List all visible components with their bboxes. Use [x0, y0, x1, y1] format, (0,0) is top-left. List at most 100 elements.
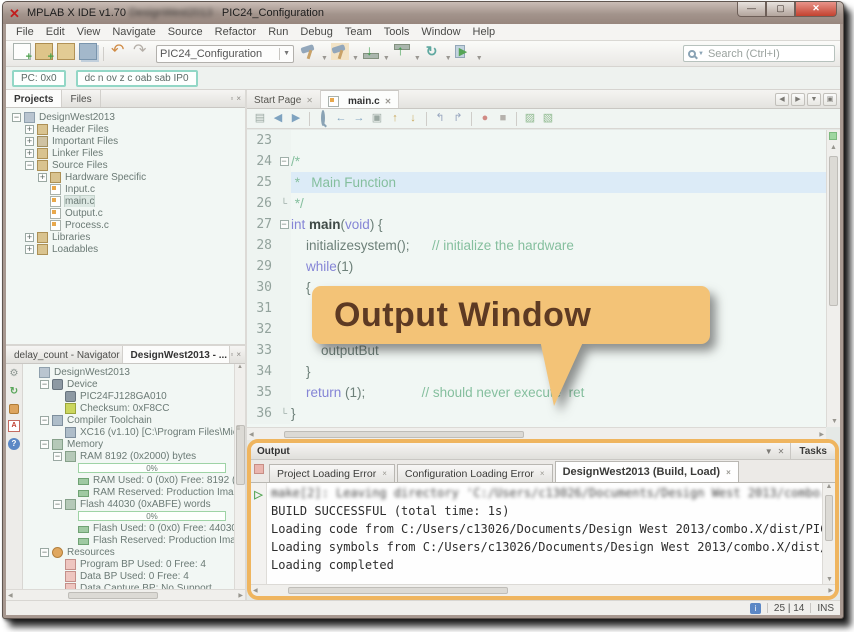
expander-icon[interactable]: − [53, 500, 62, 509]
expander-icon[interactable]: + [25, 149, 34, 158]
tree-item[interactable]: −Resources [25, 546, 234, 558]
next-bookmark-icon[interactable]: ↓ [405, 111, 421, 126]
help-icon[interactable]: ? [8, 438, 20, 450]
new-project-icon[interactable] [35, 43, 53, 60]
scrollbar-thumb[interactable] [68, 592, 158, 599]
menu-refactor[interactable]: Refactor [209, 25, 263, 39]
debug-project-icon[interactable] [455, 43, 473, 60]
tree-item[interactable]: Process.c [10, 219, 245, 231]
close-tab-icon[interactable]: × [382, 469, 387, 478]
close-tab-icon[interactable]: × [726, 468, 731, 477]
tab-projects[interactable]: Projects [6, 90, 62, 107]
uncomment-icon[interactable]: ▧ [540, 111, 556, 126]
configuration-select[interactable]: PIC24_Configuration ▼ [156, 45, 294, 63]
float-window-icon[interactable]: ▫ [230, 350, 233, 359]
menu-tools[interactable]: Tools [378, 25, 416, 39]
expander-icon[interactable]: − [40, 416, 49, 425]
menu-help[interactable]: Help [467, 25, 502, 39]
tree-item[interactable]: main.c [10, 195, 245, 207]
scrollbar-thumb[interactable] [829, 156, 838, 306]
read-device-memory-icon[interactable] [393, 43, 411, 60]
build-project-icon[interactable] [300, 43, 318, 60]
scroll-up-icon[interactable]: ▲ [826, 483, 833, 490]
previous-bookmark-icon[interactable]: ↑ [387, 111, 403, 126]
menu-debug[interactable]: Debug [294, 25, 338, 39]
build-console[interactable]: make[2]: Leaving directory 'C:/Users/c13… [267, 483, 822, 584]
tree-item[interactable]: −Device [25, 378, 234, 390]
tree-item[interactable]: XC16 (v1.10) [C:\Program Files\Microch [25, 426, 234, 438]
tab-delay-count-navigator[interactable]: delay_count - Navigator [6, 346, 123, 363]
output-options-icon[interactable] [254, 464, 264, 474]
code-line[interactable]: 24−/* [247, 151, 826, 172]
notifications-icon[interactable]: i [750, 603, 761, 614]
tree-item[interactable]: 0% [25, 462, 234, 474]
navigator-vertical-scrollbar[interactable]: ▲ ≡ [234, 364, 245, 589]
tree-item[interactable]: Checksum: 0xF8CC [25, 402, 234, 414]
output-vertical-scrollbar[interactable]: ▲ ▼ [822, 483, 835, 584]
redo-icon[interactable] [132, 43, 150, 60]
close-button[interactable]: ✕ [795, 2, 837, 17]
back-icon[interactable]: ◀ [270, 111, 286, 126]
close-panel-icon[interactable]: ✕ [778, 447, 785, 456]
menu-view[interactable]: View [71, 25, 107, 39]
tree-item[interactable]: −Flash 44030 (0xABFE) words [25, 498, 234, 510]
tab-designwest2013-[interactable]: DesignWest2013 - ... [123, 346, 231, 363]
source-history-icon[interactable]: ▤ [252, 111, 268, 126]
expander-icon[interactable]: − [53, 452, 62, 461]
scroll-tabs-left-icon[interactable]: ◀ [775, 93, 789, 106]
tree-item[interactable]: −RAM 8192 (0x2000) bytes [25, 450, 234, 462]
close-panel-icon[interactable]: × [236, 94, 241, 103]
dropdown-icon[interactable]: ▼ [383, 55, 390, 62]
minimize-button[interactable]: — [737, 2, 766, 17]
tree-item[interactable]: −DesignWest2013 [10, 111, 245, 123]
toggle-highlight-icon[interactable]: ▣ [369, 111, 385, 126]
find-previous-icon[interactable]: ← [333, 111, 349, 126]
float-window-icon[interactable]: ▫ [230, 94, 233, 103]
scroll-up-icon[interactable]: ▲ [237, 364, 243, 370]
output-tab-designwest2013-build-load-[interactable]: DesignWest2013 (Build, Load)× [555, 461, 739, 482]
dropdown-icon[interactable]: ▼ [445, 55, 452, 62]
dropdown-icon[interactable]: ▼ [321, 55, 328, 62]
scroll-tabs-right-icon[interactable]: ▶ [791, 93, 805, 106]
box-icon[interactable] [9, 404, 19, 414]
editor-vertical-scrollbar[interactable]: ▲ ▼ [826, 130, 840, 427]
code-line[interactable]: 23 [247, 130, 826, 151]
tree-item[interactable]: 0% [25, 510, 234, 522]
output-tab-project-loading-error[interactable]: Project Loading Error× [269, 464, 395, 482]
dropdown-icon[interactable]: ▼ [414, 55, 421, 62]
tree-item[interactable]: Data BP Used: 0 Free: 4 [25, 570, 234, 582]
dropdown-icon[interactable]: ▼ [352, 55, 359, 62]
status-flags-box[interactable]: dc n ov z c oab sab IP0 [76, 70, 198, 87]
close-tab-icon[interactable]: ✕ [385, 97, 392, 106]
new-file-icon[interactable] [13, 43, 31, 60]
shift-left-icon[interactable]: ↰ [432, 111, 448, 126]
scroll-left-icon[interactable]: ◀ [253, 587, 258, 594]
expander-icon[interactable]: + [25, 137, 34, 146]
fold-collapse-icon[interactable]: − [280, 220, 289, 229]
tree-item[interactable]: Output.c [10, 207, 245, 219]
refresh-icon[interactable]: ↻ [8, 386, 20, 398]
tab-files[interactable]: Files [62, 90, 100, 107]
tree-item[interactable]: +Header Files [10, 123, 245, 135]
tree-item[interactable]: Input.c [10, 183, 245, 195]
start-macro-recording-icon[interactable]: ● [477, 111, 493, 126]
expander-icon[interactable]: + [25, 245, 34, 254]
tree-item[interactable]: +Important Files [10, 135, 245, 147]
tree-item[interactable]: DesignWest2013 [25, 366, 234, 378]
find-next-icon[interactable]: → [351, 111, 367, 126]
maximize-editor-icon[interactable]: ▣ [823, 93, 837, 106]
code-line[interactable]: 36└} [247, 403, 826, 424]
tree-item[interactable]: +Loadables [10, 243, 245, 255]
refresh-debug-tool-icon[interactable] [424, 43, 442, 60]
open-project-icon[interactable] [57, 43, 75, 60]
stop-macro-recording-icon[interactable]: ■ [495, 111, 511, 126]
close-tab-icon[interactable]: × [540, 469, 545, 478]
tab-list-icon[interactable]: ▼ [807, 93, 821, 106]
code-line[interactable]: 27−int main(void) { [247, 214, 826, 235]
title-bar[interactable]: ✕ MPLAB X IDE v1.70 DesignWest2013 : PIC… [3, 2, 843, 24]
tree-item[interactable]: −Memory [25, 438, 234, 450]
code-line[interactable]: 35 return (1); // should never execute r… [247, 382, 826, 403]
shift-right-icon[interactable]: ↱ [450, 111, 466, 126]
tree-item[interactable]: RAM Reserved: Production Image [25, 486, 234, 498]
expander-icon[interactable]: − [40, 380, 49, 389]
